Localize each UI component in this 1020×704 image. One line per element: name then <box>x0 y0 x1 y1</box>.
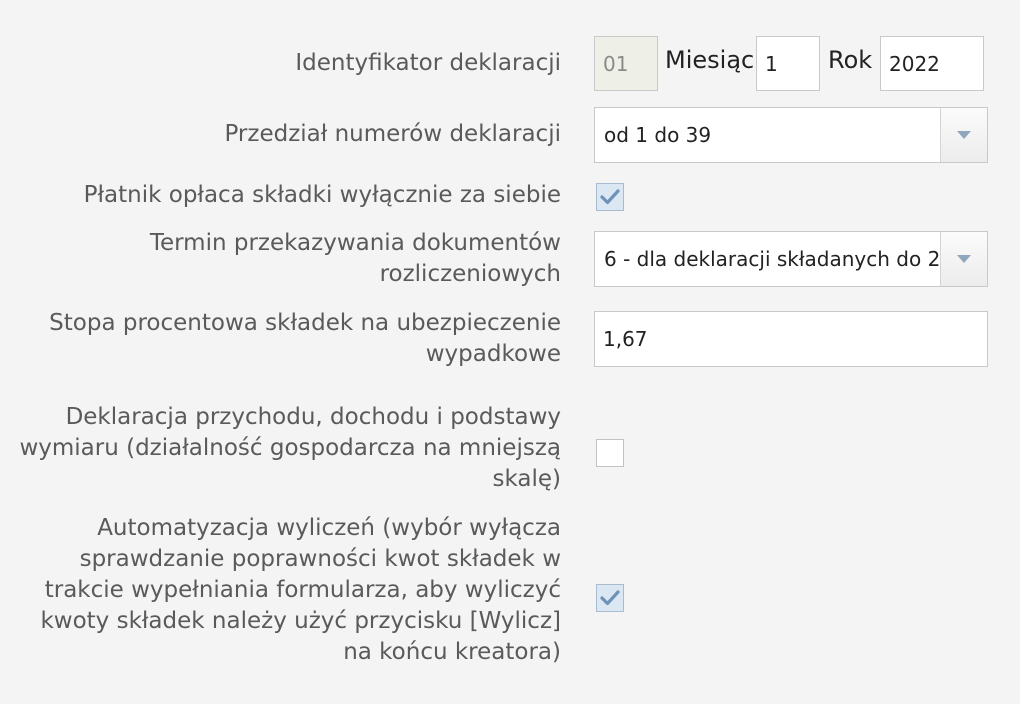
income-declaration-checkbox[interactable] <box>596 439 624 467</box>
month-field[interactable]: 1 <box>756 36 820 91</box>
year-value: 2022 <box>889 51 940 76</box>
rate-label-line: Stopa procentowa składek na ubezpieczeni… <box>49 310 561 336</box>
income-declaration-label: Deklaracja przychodu, dochodu i podstawy… <box>19 402 561 495</box>
range-label: Przedział numerów deklaracji <box>224 119 561 150</box>
deadline-value: 6 - dla deklaracji składanych do 20 <box>604 247 939 271</box>
automation-label-line: trakcie wypełniania formularza, aby wyli… <box>44 577 561 603</box>
chevron-down-icon <box>957 131 971 139</box>
rate-label-line: wypadkowe <box>425 341 561 367</box>
income-declaration-label-line: skalę) <box>492 466 561 492</box>
self-only-label: Płatnik opłaca składki wyłącznie za sieb… <box>84 180 561 211</box>
range-dropdown-button[interactable] <box>940 108 987 162</box>
self-only-label-text: Płatnik opłaca składki wyłącznie za sieb… <box>83 182 561 208</box>
deadline-label-line: rozliczeniowych <box>379 261 561 287</box>
identifier-label: Identyfikator deklaracji <box>295 48 561 79</box>
identifier-label-text: Identyfikator deklaracji <box>295 50 561 76</box>
self-only-checkbox[interactable] <box>596 183 624 211</box>
range-select[interactable]: od 1 do 39 <box>594 107 988 163</box>
automation-label-line: na końcu kreatora) <box>343 639 561 665</box>
deadline-label-line: Termin przekazywania dokumentów <box>149 230 561 256</box>
year-field[interactable]: 2022 <box>880 36 984 91</box>
deadline-select[interactable]: 6 - dla deklaracji składanych do 20 <box>594 231 988 287</box>
identifier-value: 01 <box>603 51 629 76</box>
chevron-down-icon <box>957 255 971 263</box>
rate-field[interactable]: 1,67 <box>594 311 988 367</box>
deadline-label: Termin przekazywania dokumentów rozlicze… <box>150 228 561 290</box>
automation-checkbox[interactable] <box>596 584 624 612</box>
range-value: od 1 do 39 <box>604 123 712 147</box>
month-value: 1 <box>765 51 778 76</box>
checkmark-icon <box>600 590 620 606</box>
income-declaration-label-line: Deklaracja przychodu, dochodu i podstawy <box>65 404 561 430</box>
rate-label: Stopa procentowa składek na ubezpieczeni… <box>49 308 561 370</box>
automation-label-line: Automatyzacja wyliczeń (wybór wyłącza <box>97 515 561 541</box>
month-label: Miesiąc <box>665 46 755 74</box>
year-label: Rok <box>828 46 873 74</box>
deadline-dropdown-button[interactable] <box>940 232 987 286</box>
automation-label-line: sprawdzanie poprawności kwot składek w <box>79 546 561 572</box>
income-declaration-label-line: wymiaru (działalność gospodarcza na mnie… <box>19 435 561 461</box>
range-label-text: Przedział numerów deklaracji <box>224 121 561 147</box>
automation-label-line: kwoty składek należy użyć przycisku [Wyl… <box>40 608 561 634</box>
rate-value: 1,67 <box>603 327 648 351</box>
identifier-field: 01 <box>594 36 658 91</box>
automation-label: Automatyzacja wyliczeń (wybór wyłącza sp… <box>40 513 561 668</box>
checkmark-icon <box>600 189 620 205</box>
